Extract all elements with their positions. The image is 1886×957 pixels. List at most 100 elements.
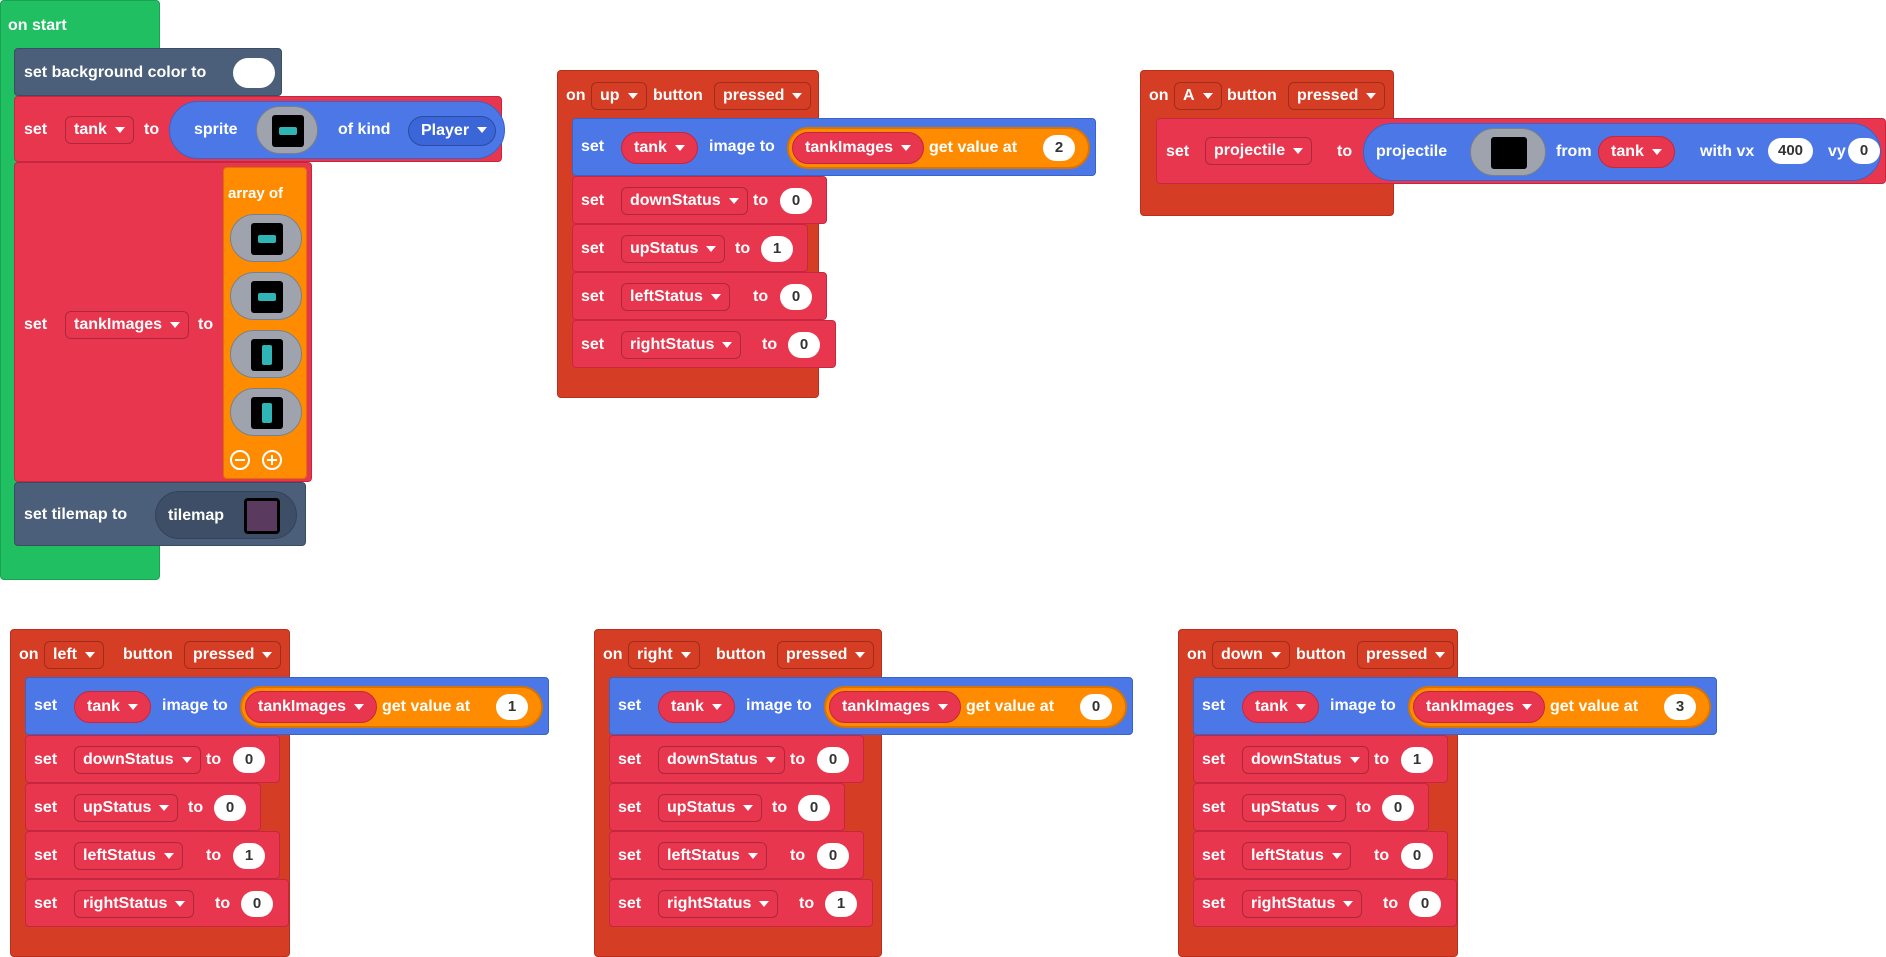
- kind-dropdown[interactable]: Player: [408, 116, 497, 146]
- tilemap-thumbnail[interactable]: [244, 498, 280, 534]
- leftstatus-dropdown[interactable]: leftStatus: [621, 283, 730, 311]
- downstatus-dropdown[interactable]: downStatus: [74, 746, 201, 774]
- set-projectile-block[interactable]: set projectile to projectile from tank w…: [1156, 118, 1886, 184]
- value-field[interactable]: 0: [780, 284, 812, 310]
- leftstatus-dropdown[interactable]: leftStatus: [658, 842, 767, 870]
- set-tank-sprite-block[interactable]: set tank to sprite of kind Player: [14, 96, 505, 162]
- value-field[interactable]: 0: [817, 843, 849, 869]
- array-variable-reporter[interactable]: tankImages: [792, 132, 925, 164]
- set-leftstatus-block[interactable]: set leftStatus to 0: [572, 272, 827, 320]
- set-downstatus-block[interactable]: set downStatus to 1: [1193, 735, 1448, 783]
- vy-value[interactable]: 0: [1848, 138, 1880, 164]
- sprite-reporter[interactable]: sprite of kind Player: [169, 101, 505, 159]
- tank-variable-reporter[interactable]: tank: [74, 691, 151, 723]
- set-background-color-block[interactable]: set background color to: [14, 48, 282, 96]
- tilemap-reporter[interactable]: tilemap: [155, 491, 297, 539]
- downstatus-dropdown[interactable]: downStatus: [621, 187, 748, 215]
- set-tank-image-block[interactable]: set tank image to tankImages get value a…: [609, 677, 1133, 735]
- index-value[interactable]: 0: [1080, 694, 1112, 720]
- upstatus-dropdown[interactable]: upStatus: [658, 794, 763, 822]
- upstatus-dropdown[interactable]: upStatus: [74, 794, 179, 822]
- projectile-variable-dropdown[interactable]: projectile: [1205, 137, 1313, 165]
- upstatus-dropdown[interactable]: upStatus: [621, 235, 726, 263]
- set-upstatus-block[interactable]: set upStatus to 0: [609, 783, 845, 831]
- value-field[interactable]: 0: [1382, 795, 1414, 821]
- button-dropdown[interactable]: A: [1174, 82, 1222, 110]
- event-dropdown[interactable]: pressed: [1357, 641, 1455, 669]
- set-tankimages-block[interactable]: set tankImages to array of: [14, 162, 312, 482]
- set-upstatus-block[interactable]: set upStatus to 0: [25, 783, 261, 831]
- set-upstatus-block[interactable]: set upStatus to 0: [1193, 783, 1429, 831]
- event-dropdown[interactable]: pressed: [714, 82, 812, 110]
- array-variable-reporter[interactable]: tankImages: [245, 691, 378, 723]
- value-field[interactable]: 0: [1409, 891, 1441, 917]
- set-tilemap-block[interactable]: set tilemap to tilemap: [14, 482, 306, 546]
- array-of-block[interactable]: array of: [223, 167, 307, 479]
- value-field[interactable]: 0: [798, 795, 830, 821]
- set-downstatus-block[interactable]: set downStatus to 0: [609, 735, 864, 783]
- event-dropdown[interactable]: pressed: [1288, 82, 1386, 110]
- event-dropdown[interactable]: pressed: [777, 641, 875, 669]
- button-dropdown[interactable]: right: [628, 641, 700, 669]
- button-dropdown[interactable]: up: [591, 82, 647, 110]
- set-leftstatus-block[interactable]: set leftStatus to 1: [25, 831, 280, 879]
- value-field[interactable]: 1: [825, 891, 857, 917]
- rightstatus-dropdown[interactable]: rightStatus: [658, 890, 779, 918]
- plus-circle-icon[interactable]: [262, 450, 282, 470]
- value-field[interactable]: 0: [241, 891, 273, 917]
- minus-circle-icon[interactable]: [230, 450, 250, 470]
- set-downstatus-block[interactable]: set downStatus to 0: [572, 176, 827, 224]
- array-variable-reporter[interactable]: tankImages: [1413, 691, 1546, 723]
- event-dropdown[interactable]: pressed: [184, 641, 282, 669]
- array-get-reporter[interactable]: tankImages get value at 0: [824, 686, 1127, 728]
- tank-variable-dropdown[interactable]: tank: [65, 116, 134, 144]
- value-field[interactable]: 1: [761, 236, 793, 262]
- index-value[interactable]: 1: [496, 694, 528, 720]
- projectile-from-sprite-reporter[interactable]: projectile from tank with vx 400 vy 0: [1363, 123, 1881, 181]
- rightstatus-dropdown[interactable]: rightStatus: [621, 331, 742, 359]
- array-get-reporter[interactable]: tankImages get value at 1: [240, 686, 543, 728]
- array-variable-reporter[interactable]: tankImages: [829, 691, 962, 723]
- tank-image-down[interactable]: [230, 388, 302, 436]
- leftstatus-dropdown[interactable]: leftStatus: [74, 842, 183, 870]
- value-field[interactable]: 0: [214, 795, 246, 821]
- downstatus-dropdown[interactable]: downStatus: [1242, 746, 1369, 774]
- array-get-reporter[interactable]: tankImages get value at 3: [1408, 686, 1711, 728]
- upstatus-dropdown[interactable]: upStatus: [1242, 794, 1347, 822]
- set-leftstatus-block[interactable]: set leftStatus to 0: [1193, 831, 1448, 879]
- vx-value[interactable]: 400: [1768, 138, 1814, 164]
- tank-variable-reporter[interactable]: tank: [1242, 691, 1319, 723]
- sprite-image-thumbnail[interactable]: [256, 106, 318, 154]
- rightstatus-dropdown[interactable]: rightStatus: [1242, 890, 1363, 918]
- set-tank-image-block[interactable]: set tank image to tankImages get value a…: [1193, 677, 1717, 735]
- set-tank-image-block[interactable]: set tank image to tankImages get value a…: [572, 118, 1096, 176]
- downstatus-dropdown[interactable]: downStatus: [658, 746, 785, 774]
- array-get-reporter[interactable]: tankImages get value at 2: [787, 127, 1090, 169]
- set-rightstatus-block[interactable]: set rightStatus to 0: [25, 879, 289, 927]
- value-field[interactable]: 1: [233, 843, 265, 869]
- color-swatch[interactable]: [233, 58, 275, 88]
- source-sprite-reporter[interactable]: tank: [1598, 136, 1675, 168]
- tank-image-up[interactable]: [230, 330, 302, 378]
- tank-variable-reporter[interactable]: tank: [658, 691, 735, 723]
- value-field[interactable]: 0: [817, 747, 849, 773]
- tank-variable-reporter[interactable]: tank: [621, 132, 698, 164]
- leftstatus-dropdown[interactable]: leftStatus: [1242, 842, 1351, 870]
- index-value[interactable]: 3: [1664, 694, 1696, 720]
- set-rightstatus-block[interactable]: set rightStatus to 0: [572, 320, 836, 368]
- value-field[interactable]: 0: [780, 188, 812, 214]
- button-dropdown[interactable]: left: [44, 641, 104, 669]
- value-field[interactable]: 0: [233, 747, 265, 773]
- set-leftstatus-block[interactable]: set leftStatus to 0: [609, 831, 864, 879]
- rightstatus-dropdown[interactable]: rightStatus: [74, 890, 195, 918]
- set-rightstatus-block[interactable]: set rightStatus to 0: [1193, 879, 1457, 927]
- button-dropdown[interactable]: down: [1212, 641, 1290, 669]
- set-tank-image-block[interactable]: set tank image to tankImages get value a…: [25, 677, 549, 735]
- value-field[interactable]: 0: [788, 332, 820, 358]
- value-field[interactable]: 1: [1401, 747, 1433, 773]
- set-upstatus-block[interactable]: set upStatus to 1: [572, 224, 808, 272]
- tank-image-right[interactable]: [230, 214, 302, 262]
- projectile-image-thumbnail[interactable]: [1470, 128, 1546, 176]
- index-value[interactable]: 2: [1043, 135, 1075, 161]
- value-field[interactable]: 0: [1401, 843, 1433, 869]
